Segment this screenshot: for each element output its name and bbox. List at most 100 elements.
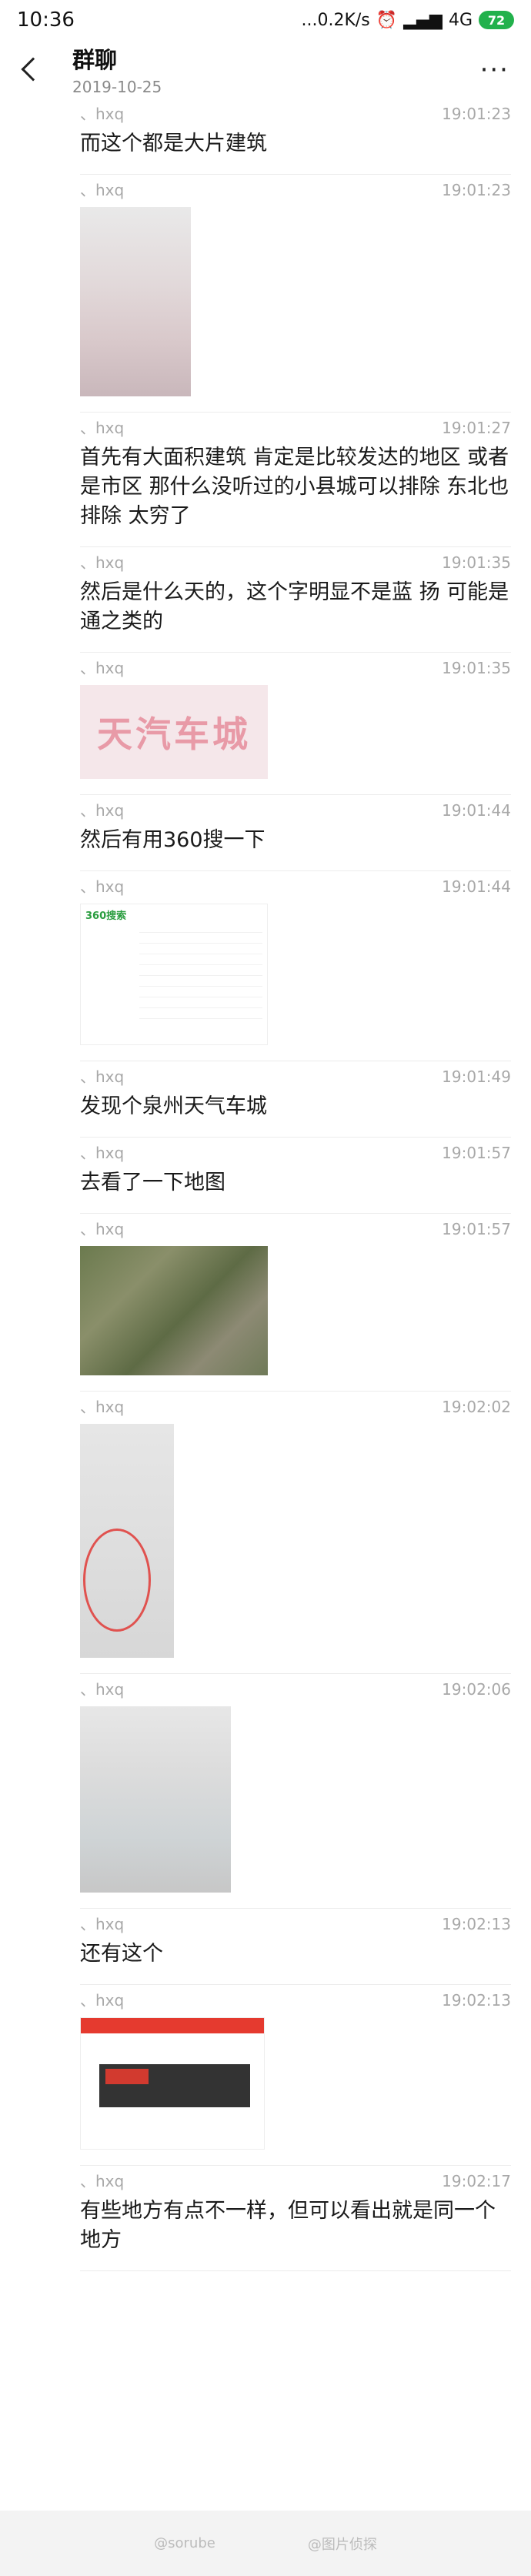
sender-name[interactable]: 、hxq [80, 877, 124, 896]
building-photo-image[interactable] [80, 1706, 231, 1893]
message-time: 19:02:17 [442, 2172, 511, 2190]
sender-name[interactable]: 、hxq [80, 1915, 124, 1933]
message-header: 、hxq 19:02:06 [80, 1680, 511, 1699]
message-time: 19:01:44 [442, 877, 511, 896]
message-time: 19:01:35 [442, 553, 511, 572]
search-suggestion [139, 987, 262, 997]
chat-header: 群聊 2019-10-25 ··· [0, 40, 531, 99]
message-header: 、hxq 19:01:44 [80, 801, 511, 820]
message-time: 19:01:57 [442, 1144, 511, 1162]
sender-name[interactable]: 、hxq [80, 553, 124, 572]
message-text: 然后有用360搜一下 [80, 828, 266, 852]
message-time: 19:01:57 [442, 1220, 511, 1238]
message-header: 、hxq 19:02:02 [80, 1398, 511, 1416]
sender-name[interactable]: 、hxq [80, 659, 124, 677]
message-time: 19:01:23 [442, 105, 511, 123]
chat-history: 、hxq 19:01:23 而这个都是大片建筑 、hxq 19:01:23 、hxq 19:… [0, 99, 531, 2271]
message-time: 19:02:06 [442, 1680, 511, 1699]
message-text: 然后是什么天的，这个字明显不是蓝 扬 可能是通之类的 [80, 580, 509, 633]
status-icons: ...0.2K/s ⏰ ▂▄▆ 4G 72 [301, 10, 514, 30]
message-header: 、hxq 19:01:57 [80, 1144, 511, 1162]
red-circle-annotation [83, 1529, 151, 1632]
chat-message: 、hxq 19:01:35 天汽车城 [80, 653, 511, 795]
message-header: 、hxq 19:02:17 [80, 2172, 511, 2190]
chat-title-block: 群聊 2019-10-25 [72, 42, 162, 96]
message-header: 、hxq 19:01:23 [80, 105, 511, 123]
chat-message: 、hxq 19:01:57 去看了一下地图 [80, 1138, 511, 1214]
sender-name[interactable]: 、hxq [80, 1144, 124, 1162]
search-suggestion [139, 954, 262, 965]
sender-name[interactable]: 、hxq [80, 1398, 124, 1416]
satellite-map-image[interactable] [80, 1246, 268, 1375]
sender-name[interactable]: 、hxq [80, 419, 124, 437]
chat-message: 、hxq 19:01:23 [80, 175, 511, 413]
message-header: 、hxq 19:01:35 [80, 553, 511, 572]
search-suggestion [139, 976, 262, 987]
search-suggestion [139, 1008, 262, 1019]
message-header: 、hxq 19:01:27 [80, 419, 511, 437]
message-header: 、hxq 19:01:49 [80, 1067, 511, 1086]
sign-banner-image[interactable]: 天汽车城 [80, 685, 268, 779]
search-screenshot-image[interactable]: 360搜索 [80, 904, 268, 1045]
message-time: 19:02:02 [442, 1398, 511, 1416]
chat-message: 、hxq 19:01:35 然后是什么天的，这个字明显不是蓝 扬 可能是通之类的 [80, 547, 511, 653]
watermark-right: @图片侦探 [307, 2536, 377, 2553]
screenshot-top-bar [81, 2018, 264, 2033]
message-text: 还有这个 [80, 1942, 163, 1966]
chat-message: 、hxq 19:01:49 发现个泉州天气车城 [80, 1061, 511, 1138]
search-suggestion [139, 944, 262, 954]
chat-message: 、hxq 19:02:02 [80, 1392, 511, 1674]
network-speed: ...0.2K/s [301, 10, 370, 30]
message-header: 、hxq 19:01:23 [80, 181, 511, 199]
chat-message: 、hxq 19:01:27 首先有大面积建筑 肯定是比较发达的地区 或者是市区 那什… [80, 413, 511, 547]
message-header: 、hxq 19:01:57 [80, 1220, 511, 1238]
network-type: 4G [448, 10, 473, 30]
message-header: 、hxq 19:01:35 [80, 659, 511, 677]
search-suggestion [139, 933, 262, 944]
message-time: 19:01:23 [442, 181, 511, 199]
sender-name[interactable]: 、hxq [80, 1991, 124, 2010]
search-logo: 360搜索 [85, 910, 127, 922]
search-suggestion [139, 922, 262, 933]
sender-name[interactable]: 、hxq [80, 1680, 124, 1699]
message-text: 发现个泉州天气车城 [80, 1094, 267, 1118]
sender-name[interactable]: 、hxq [80, 1220, 124, 1238]
message-text: 首先有大面积建筑 肯定是比较发达的地区 或者是市区 那什么没听过的小县城可以排除… [80, 446, 509, 528]
sender-name[interactable]: 、hxq [80, 1067, 124, 1086]
alarm-icon: ⏰ [376, 10, 398, 30]
message-header: 、hxq 19:02:13 [80, 1991, 511, 2010]
search-suggestion [139, 997, 262, 1008]
back-arrow-icon[interactable] [21, 57, 45, 82]
blurred-photo-image[interactable] [80, 207, 191, 396]
more-options-icon[interactable]: ··· [480, 57, 509, 83]
sender-name[interactable]: 、hxq [80, 2172, 124, 2190]
message-time: 19:01:35 [442, 659, 511, 677]
message-time: 19:01:49 [442, 1067, 511, 1086]
message-time: 19:02:13 [442, 1991, 511, 2010]
message-text: 有些地方有点不一样，但可以看出就是同一个地方 [80, 2199, 496, 2252]
message-time: 19:02:13 [442, 1915, 511, 1933]
message-time: 19:01:44 [442, 801, 511, 820]
logo-badge [105, 2069, 149, 2084]
chat-message: 、hxq 19:01:23 而这个都是大片建筑 [80, 99, 511, 175]
watermark-footer: @sorube @图片侦探 [0, 2511, 531, 2576]
watermark-left: @sorube [154, 2535, 215, 2551]
circled-photo-image[interactable] [80, 1424, 174, 1658]
chat-message: 、hxq 19:01:44 360搜索 [80, 871, 511, 1061]
sender-name[interactable]: 、hxq [80, 181, 124, 199]
message-text: 去看了一下地图 [80, 1171, 225, 1194]
message-header: 、hxq 19:01:44 [80, 877, 511, 896]
message-text: 而这个都是大片建筑 [80, 132, 267, 155]
message-time: 19:01:27 [442, 419, 511, 437]
chat-message: 、hxq 19:02:17 有些地方有点不一样，但可以看出就是同一个地方 [80, 2166, 511, 2271]
car-city-screenshot-image[interactable] [80, 2017, 265, 2150]
message-header: 、hxq 19:02:13 [80, 1915, 511, 1933]
status-bar: 10:36 ...0.2K/s ⏰ ▂▄▆ 4G 72 [0, 0, 531, 40]
chat-title: 群聊 [72, 47, 118, 73]
chat-message: 、hxq 19:01:57 [80, 1214, 511, 1392]
sender-name[interactable]: 、hxq [80, 801, 124, 820]
sender-name[interactable]: 、hxq [80, 105, 124, 123]
chat-message: 、hxq 19:01:44 然后有用360搜一下 [80, 795, 511, 871]
chat-message: 、hxq 19:02:13 [80, 1985, 511, 2166]
signal-icon: ▂▄▆ [403, 10, 442, 30]
